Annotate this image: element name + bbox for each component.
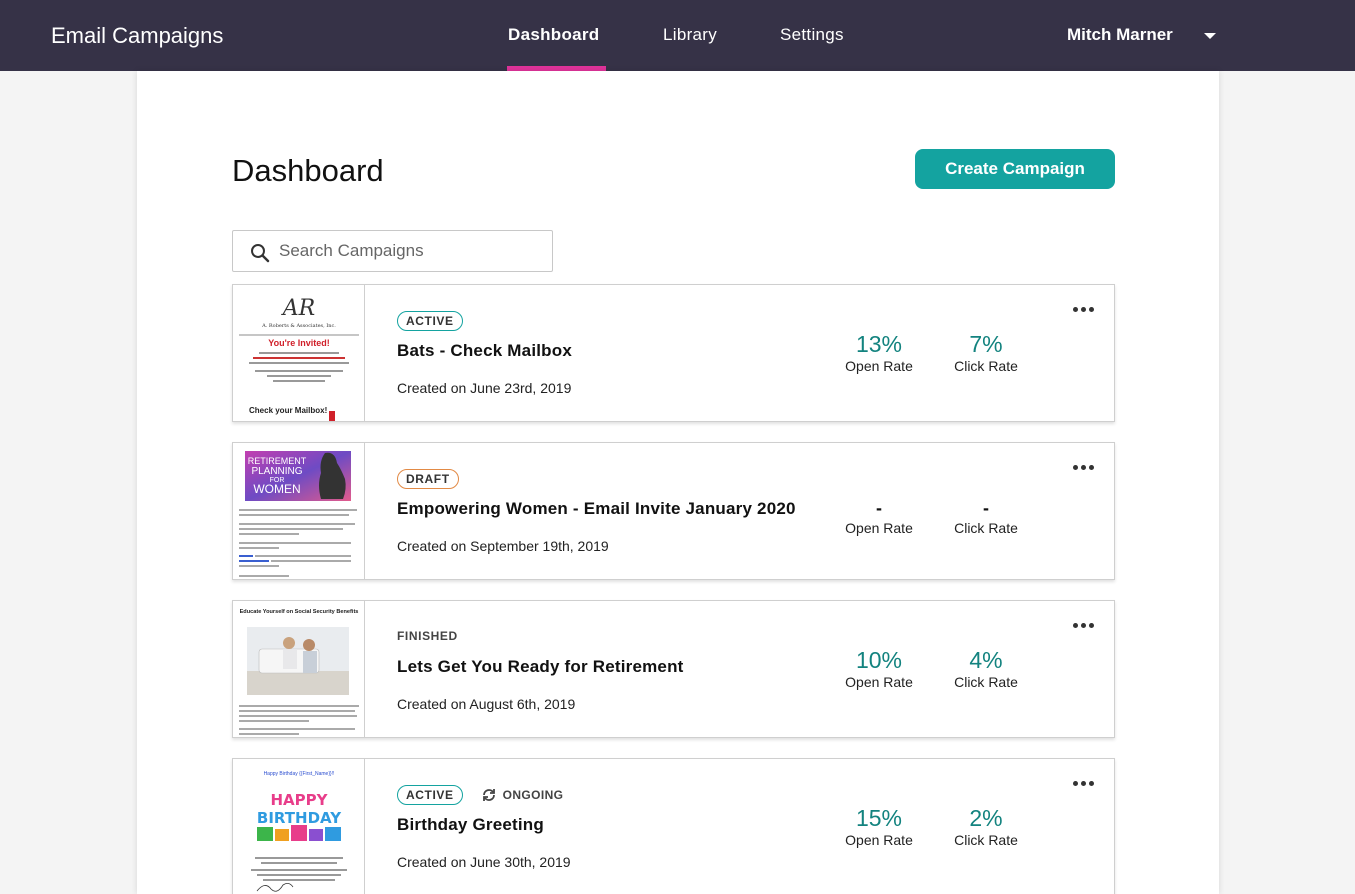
open-rate-label: Open Rate: [845, 674, 913, 690]
open-rate-label: Open Rate: [845, 832, 913, 848]
status-badge: DRAFT: [397, 469, 459, 489]
email-preview-image: AR A. Roberts & Associates, Inc. You're …: [233, 285, 364, 421]
user-menu[interactable]: Mitch Marner: [1067, 25, 1173, 45]
campaign-thumbnail[interactable]: Happy Birthday {{First_Name}}!! HAPPY BI…: [233, 759, 365, 894]
campaign-thumbnail[interactable]: AR A. Roberts & Associates, Inc. You're …: [233, 285, 365, 421]
email-preview-image: RETIREMENT PLANNING FOR WOMEN: [233, 443, 364, 579]
chevron-down-icon[interactable]: [1204, 33, 1216, 39]
more-options-icon[interactable]: [1073, 307, 1094, 312]
search-box: [232, 230, 553, 272]
svg-text:PLANNING: PLANNING: [251, 466, 302, 477]
status-badge: ACTIVE: [397, 311, 463, 331]
svg-text:HAPPY: HAPPY: [270, 791, 328, 809]
click-rate-label: Click Rate: [954, 520, 1018, 536]
campaign-thumbnail[interactable]: Educate Yourself on Social Security Bene…: [233, 601, 365, 737]
click-rate-value: 4%: [969, 647, 1003, 673]
open-rate-value: 15%: [855, 805, 903, 831]
search-input[interactable]: [279, 231, 547, 271]
click-rate-value: -: [983, 498, 989, 518]
page-title: Dashboard: [232, 153, 384, 188]
campaign-card[interactable]: RETIREMENT PLANNING FOR WOMEN DRAFT Empo…: [232, 442, 1115, 580]
more-options-icon[interactable]: [1073, 781, 1094, 786]
click-rate: 2% Click Rate: [936, 805, 1036, 849]
click-rate: 4% Click Rate: [936, 647, 1036, 691]
status-badges: ACTIVE ONGOING: [397, 785, 563, 805]
campaign-created-date: Created on August 6th, 2019: [397, 696, 576, 712]
status-badges: FINISHED: [397, 627, 458, 645]
click-rate-label: Click Rate: [954, 832, 1018, 848]
open-rate-value: 10%: [855, 647, 903, 673]
svg-text:WOMEN: WOMEN: [253, 482, 300, 496]
status-badge: ACTIVE: [397, 785, 463, 805]
campaign-name[interactable]: Empowering Women - Email Invite January …: [397, 499, 796, 519]
svg-text:BIRTHDAY: BIRTHDAY: [257, 809, 342, 827]
email-preview-image: Happy Birthday {{First_Name}}!! HAPPY BI…: [233, 759, 364, 894]
ongoing-tag: ONGOING: [481, 787, 564, 803]
app-title: Email Campaigns: [51, 23, 224, 48]
top-nav-bar: Email Campaigns Dashboard Library Settin…: [0, 0, 1355, 71]
status-badge: FINISHED: [397, 629, 458, 643]
svg-text:Happy Birthday {{First_Name}}!: Happy Birthday {{First_Name}}!!: [264, 771, 335, 777]
svg-text:You're Invited!: You're Invited!: [268, 338, 329, 348]
svg-text:Educate Yourself on Social Sec: Educate Yourself on Social Security Bene…: [240, 609, 359, 615]
campaign-name[interactable]: Birthday Greeting: [397, 815, 544, 835]
more-options-icon[interactable]: [1073, 465, 1094, 470]
click-rate: 7% Click Rate: [936, 331, 1036, 375]
svg-text:RETIREMENT: RETIREMENT: [248, 456, 307, 466]
search-icon: [251, 244, 270, 263]
open-rate-label: Open Rate: [845, 358, 913, 374]
campaign-card[interactable]: Happy Birthday {{First_Name}}!! HAPPY BI…: [232, 758, 1115, 894]
svg-text:A. Roberts & Associates, Inc.: A. Roberts & Associates, Inc.: [261, 323, 336, 329]
campaign-created-date: Created on June 30th, 2019: [397, 854, 571, 870]
open-rate: 13% Open Rate: [829, 331, 929, 375]
open-rate-value: -: [876, 498, 882, 518]
click-rate-label: Click Rate: [954, 358, 1018, 374]
status-badges: DRAFT: [397, 469, 459, 489]
campaign-card[interactable]: AR A. Roberts & Associates, Inc. You're …: [232, 284, 1115, 422]
nav-tab-dashboard[interactable]: Dashboard: [508, 25, 600, 45]
click-rate-value: 2%: [969, 805, 1003, 831]
campaign-name[interactable]: Lets Get You Ready for Retirement: [397, 657, 684, 677]
open-rate-label: Open Rate: [845, 520, 913, 536]
email-preview-image: Educate Yourself on Social Security Bene…: [233, 601, 364, 737]
open-rate-value: 13%: [855, 331, 903, 357]
click-rate-label: Click Rate: [954, 674, 1018, 690]
click-rate-value: 7%: [969, 331, 1003, 357]
more-options-icon[interactable]: [1073, 623, 1094, 628]
nav-tab-library[interactable]: Library: [663, 25, 717, 45]
campaign-created-date: Created on June 23rd, 2019: [397, 380, 572, 396]
open-rate: - Open Rate: [829, 497, 929, 537]
open-rate: 10% Open Rate: [829, 647, 929, 691]
campaign-thumbnail[interactable]: RETIREMENT PLANNING FOR WOMEN: [233, 443, 365, 579]
svg-text:AR: AR: [281, 296, 315, 321]
status-badges: ACTIVE: [397, 311, 463, 331]
create-campaign-button[interactable]: Create Campaign: [915, 149, 1115, 189]
nav-tab-settings[interactable]: Settings: [780, 25, 844, 45]
campaign-created-date: Created on September 19th, 2019: [397, 538, 609, 554]
refresh-icon: [482, 789, 495, 801]
campaign-card[interactable]: Educate Yourself on Social Security Bene…: [232, 600, 1115, 738]
click-rate: - Click Rate: [936, 497, 1036, 537]
open-rate: 15% Open Rate: [829, 805, 929, 849]
ongoing-label: ONGOING: [502, 788, 564, 802]
campaign-name[interactable]: Bats - Check Mailbox: [397, 341, 572, 361]
svg-text:Check your Mailbox!: Check your Mailbox!: [249, 406, 327, 415]
